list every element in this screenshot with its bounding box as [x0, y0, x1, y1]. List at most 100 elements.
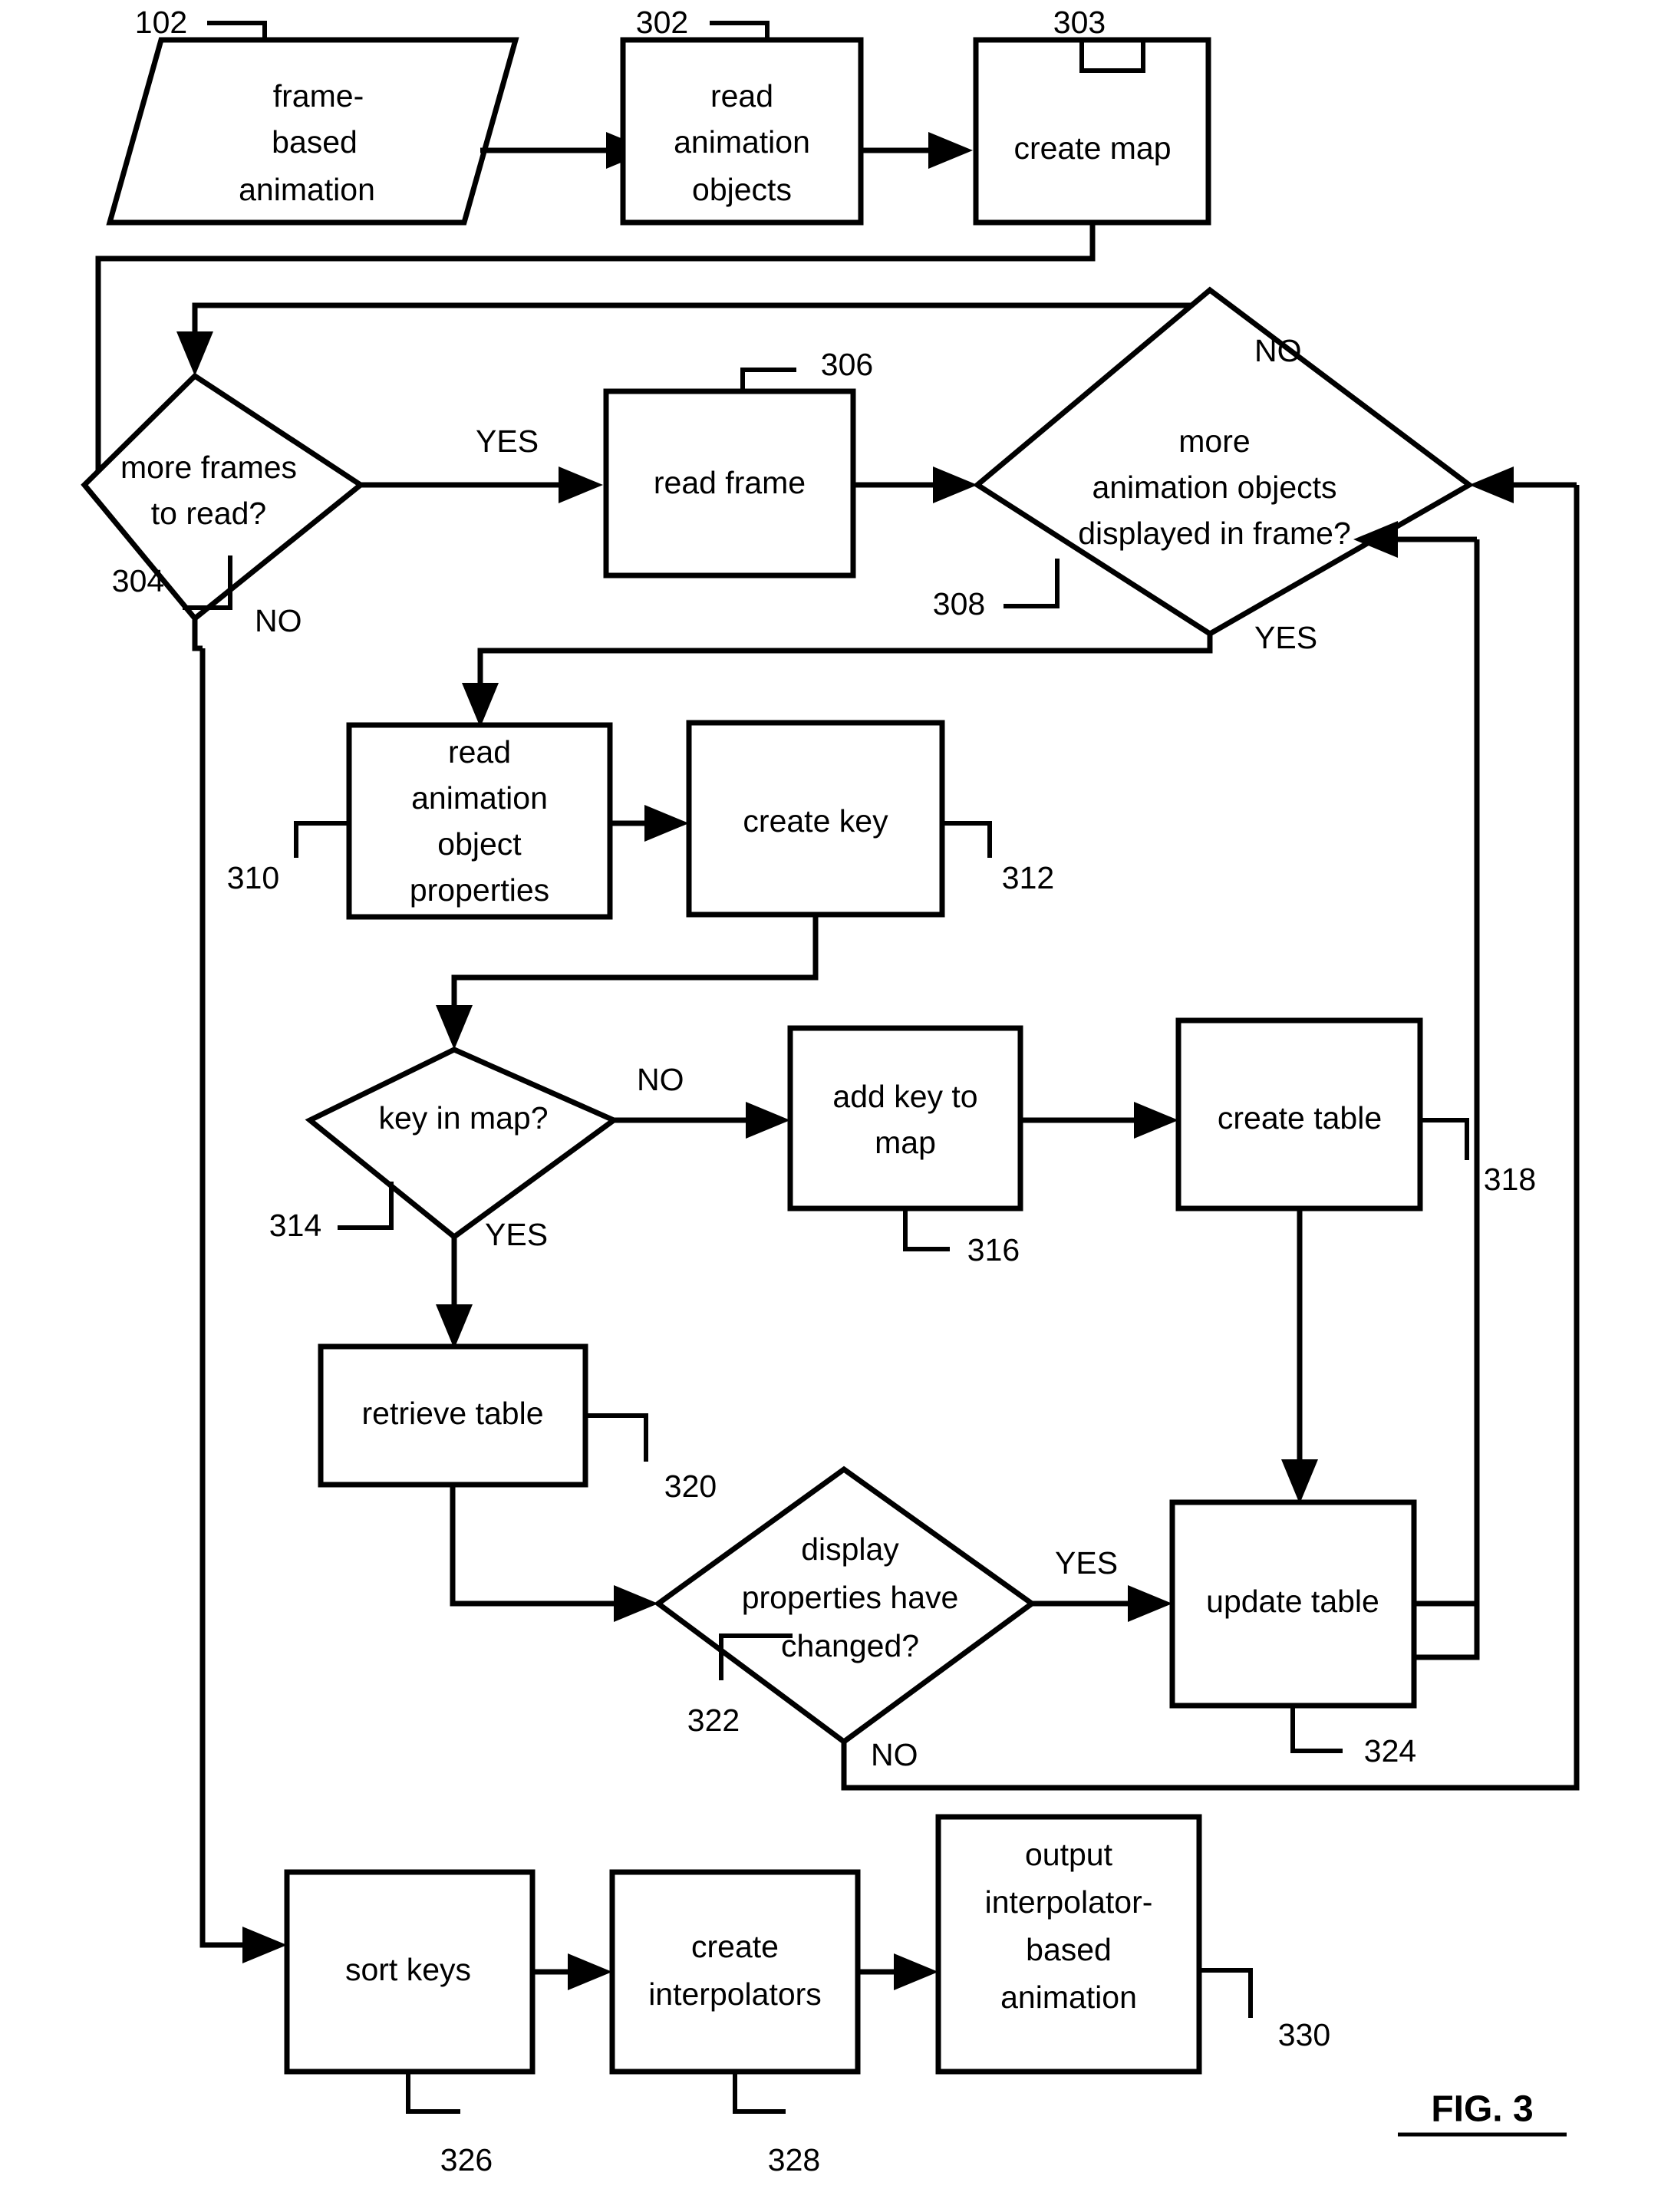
node-label-more-frames-to-read-line1: more frames — [120, 450, 297, 485]
leader-328 — [733, 2072, 786, 2114]
node-label-add-key-to-map-line1: add key to — [832, 1079, 977, 1114]
leader-324 — [1290, 1706, 1343, 1753]
node-label-322-line1: display — [801, 1531, 899, 1567]
edge-308-yes-to-310 — [477, 634, 1213, 683]
node-label-330-line1: output — [1025, 1837, 1113, 1872]
node-label-frame-based-animation-line3: animation — [239, 172, 375, 207]
node-label-read-animation-objects-line2: animation — [674, 124, 810, 160]
edge-304-no-stub — [192, 618, 203, 651]
leader-326 — [406, 2072, 460, 2114]
node-label-more-animation-objects-line2: animation objects — [1092, 470, 1336, 505]
ref-number-306: 306 — [821, 347, 873, 382]
node-add-key-to-map[interactable] — [787, 1025, 1023, 1211]
arrowhead-into-324 — [1281, 1459, 1318, 1504]
ref-number-322: 322 — [687, 1703, 740, 1738]
branch-label-frames-no: NO — [255, 603, 302, 638]
arrowhead-into-sort-keys — [242, 1927, 287, 1963]
arrowhead-326-to-328 — [568, 1953, 612, 1990]
leader-330 — [1199, 1968, 1253, 2018]
arrowhead-304-to-306 — [559, 466, 603, 503]
branch-label-objects-yes: YES — [1254, 620, 1317, 655]
node-label-more-animation-objects-line3: displayed in frame? — [1078, 516, 1351, 551]
node-label-read-animation-objects-line1: read — [710, 78, 773, 114]
ref-number-302: 302 — [636, 5, 688, 40]
edge-304-no-rail — [199, 648, 242, 1948]
ref-number-318: 318 — [1484, 1162, 1536, 1197]
node-label-310-line3: object — [437, 826, 522, 862]
node-label-330-line4: animation — [1000, 1980, 1137, 2015]
ref-number-316: 316 — [967, 1232, 1020, 1268]
arrowhead-into-322 — [614, 1585, 658, 1622]
node-label-310-line2: animation — [411, 780, 548, 816]
edge-322-no-to-rail — [841, 1742, 865, 1791]
node-label-create-interpolators-line1: create — [691, 1929, 779, 1964]
ref-number-314: 314 — [269, 1208, 321, 1243]
node-label-read-animation-objects-line3: objects — [692, 172, 792, 207]
arrowhead-310-to-312 — [644, 805, 689, 842]
node-label-key-in-map: key in map? — [378, 1100, 548, 1136]
node-label-frame-based-animation-line2: based — [272, 124, 358, 160]
node-label-322-line3: changed? — [781, 1628, 919, 1663]
leader-320 — [585, 1413, 648, 1462]
ref-number-308: 308 — [933, 586, 985, 621]
node-label-frame-based-animation-line1: frame- — [273, 78, 364, 114]
node-create-interpolators[interactable] — [609, 1869, 861, 2075]
branch-label-changed-no: NO — [871, 1737, 918, 1772]
ref-number-303: 303 — [1053, 5, 1106, 40]
node-label-330-line2: interpolator- — [985, 1884, 1153, 1920]
ref-number-304: 304 — [112, 563, 164, 598]
node-label-create-table: create table — [1218, 1100, 1382, 1136]
edge-312-to-314 — [451, 915, 819, 1005]
ref-number-102: 102 — [135, 5, 187, 40]
edge-308-no-to-304 — [192, 290, 1213, 331]
branch-label-objects-no: NO — [1254, 333, 1302, 368]
leader-316 — [903, 1208, 950, 1251]
arrowhead-328-to-330 — [894, 1953, 938, 1990]
node-key-in-map[interactable] — [305, 1047, 619, 1241]
ref-number-328: 328 — [768, 2142, 820, 2177]
node-more-animation-objects[interactable] — [973, 286, 1475, 638]
arrowhead-316-to-318 — [1134, 1102, 1178, 1139]
node-label-create-map: create map — [1013, 130, 1171, 166]
node-label-322-line2: properties have — [742, 1580, 959, 1615]
node-label-create-key: create key — [743, 803, 888, 839]
branch-label-key-no: NO — [637, 1062, 684, 1097]
arrowhead-into-304-top — [176, 331, 213, 376]
arrowhead-into-314 — [436, 1005, 473, 1050]
node-label-310-line4: properties — [410, 872, 549, 908]
ref-number-326: 326 — [440, 2142, 493, 2177]
ref-number-324: 324 — [1364, 1733, 1416, 1769]
node-label-update-table: update table — [1206, 1584, 1379, 1619]
node-label-more-frames-to-read-line2: to read? — [151, 496, 266, 531]
ref-number-330: 330 — [1278, 2017, 1330, 2052]
arrowhead-into-308-right-upper — [1469, 466, 1514, 503]
node-label-read-frame: read frame — [654, 465, 806, 500]
node-label-create-interpolators-line2: interpolators — [648, 1976, 822, 2012]
leader-310 — [294, 821, 349, 858]
leader-318 — [1420, 1118, 1469, 1160]
edge-320-to-322 — [450, 1485, 614, 1607]
branch-label-frames-yes: YES — [476, 424, 539, 459]
arrowhead-314-to-316 — [746, 1102, 790, 1139]
node-label-more-animation-objects-line1: more — [1178, 424, 1250, 459]
ref-number-320: 320 — [664, 1469, 717, 1504]
leader-312 — [942, 821, 992, 858]
node-label-310-line1: read — [448, 734, 511, 770]
arrowhead-306-to-308 — [933, 466, 977, 503]
node-label-add-key-to-map-line2: map — [875, 1125, 936, 1160]
leader-306 — [740, 368, 796, 391]
node-label-retrieve-table: retrieve table — [361, 1396, 543, 1431]
arrowhead-into-320 — [436, 1304, 473, 1349]
arrowhead-322-to-324 — [1128, 1585, 1172, 1622]
node-label-sort-keys: sort keys — [345, 1952, 471, 1987]
ref-number-310: 310 — [227, 860, 279, 895]
leader-308 — [1004, 559, 1060, 608]
patent-figure-3: frame- based animation 102 read animatio… — [0, 0, 1661, 2212]
node-label-330-line3: based — [1026, 1932, 1112, 1967]
figure-label: FIG. 3 — [1431, 2089, 1533, 2130]
ref-number-312: 312 — [1002, 860, 1054, 895]
leader-314 — [338, 1182, 394, 1230]
flowchart-canvas: frame- based animation 102 read animatio… — [81, 5, 1580, 2177]
branch-label-changed-yes: YES — [1055, 1545, 1118, 1581]
edge-324-out — [1414, 1600, 1480, 1657]
